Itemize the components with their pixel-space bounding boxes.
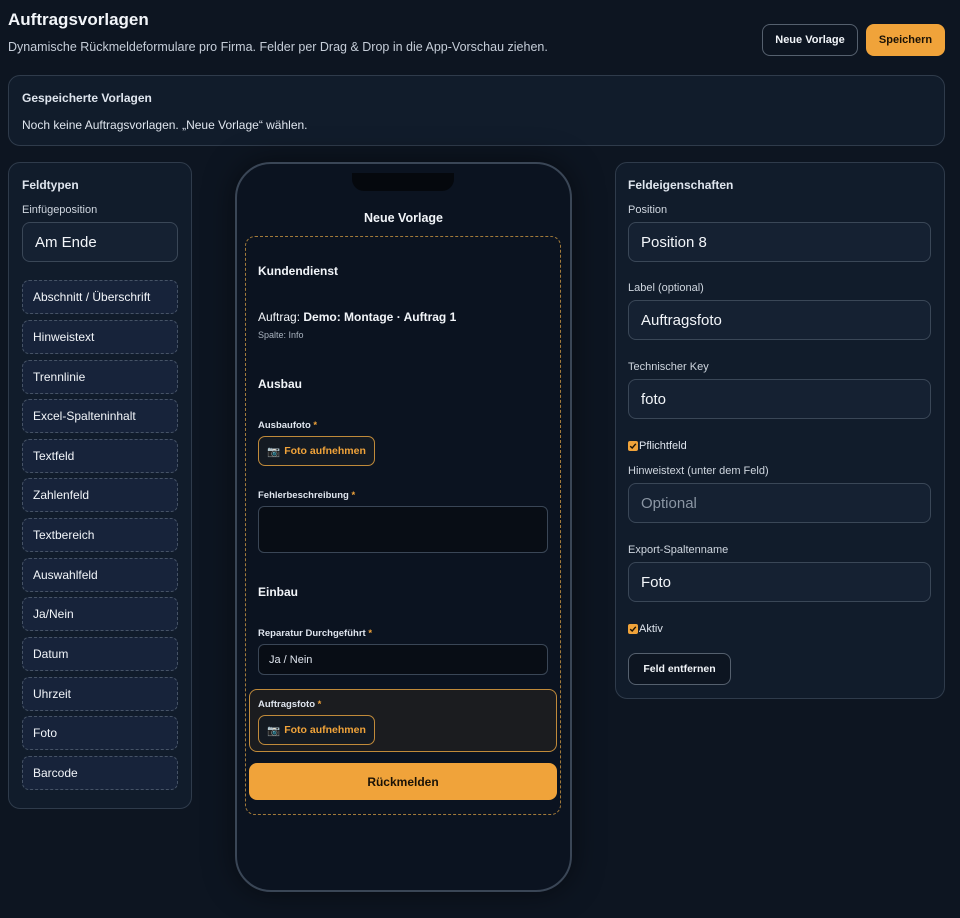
required-checkbox-row[interactable]: Pflichtfeld bbox=[628, 440, 687, 452]
required-checkbox-label: Pflichtfeld bbox=[639, 440, 687, 452]
ausbaufoto-photo-button[interactable]: 📷 Foto aufnehmen bbox=[258, 436, 375, 466]
preview-order-info[interactable]: Auftrag: Demo: Montage · Auftrag 1 bbox=[258, 310, 456, 324]
preview-field-reparatur-label[interactable]: Reparatur Durchgeführt * bbox=[258, 628, 372, 639]
field-type-yes-no[interactable]: Ja/Nein bbox=[22, 597, 178, 631]
insert-position-select[interactable]: Am Ende bbox=[22, 222, 178, 262]
hint-text-label: Hinweistext (unter dem Feld) bbox=[628, 465, 769, 477]
active-checkbox-row[interactable]: Aktiv bbox=[628, 623, 663, 635]
technical-key-label: Technischer Key bbox=[628, 361, 709, 373]
camera-icon: 📷 bbox=[267, 724, 281, 737]
preview-field-ausbaufoto-label[interactable]: Ausbaufoto * bbox=[258, 420, 317, 431]
field-type-textfield[interactable]: Textfeld bbox=[22, 439, 178, 473]
saved-templates-empty-text: Noch keine Auftragsvorlagen. „Neue Vorla… bbox=[22, 118, 308, 132]
technical-key-value: foto bbox=[641, 390, 667, 408]
remove-field-button[interactable]: Feld entfernen bbox=[628, 653, 731, 685]
preview-section-einbau[interactable]: Einbau bbox=[258, 585, 298, 599]
label-field-label: Label (optional) bbox=[628, 282, 704, 294]
camera-icon: 📷 bbox=[267, 445, 281, 458]
preview-order-column: Spalte: Info bbox=[258, 330, 304, 340]
required-mark: * bbox=[313, 420, 318, 431]
required-mark: * bbox=[351, 490, 356, 501]
field-types-title: Feldtypen bbox=[22, 178, 79, 192]
checkmark-icon[interactable] bbox=[628, 624, 638, 634]
technical-key-input[interactable]: foto bbox=[628, 379, 931, 419]
insert-position-value: Am Ende bbox=[35, 233, 97, 251]
field-type-photo[interactable]: Foto bbox=[22, 716, 178, 750]
field-properties-title: Feldeigenschaften bbox=[628, 178, 734, 192]
field-type-hint[interactable]: Hinweistext bbox=[22, 320, 178, 354]
preview-section-ausbau[interactable]: Ausbau bbox=[258, 377, 302, 391]
page-subtitle: Dynamische Rückmeldeformulare pro Firma.… bbox=[8, 40, 548, 54]
field-type-textarea[interactable]: Textbereich bbox=[22, 518, 178, 552]
preview-section-kundendienst: Kundendienst bbox=[258, 264, 338, 278]
preview-title: Neue Vorlage bbox=[364, 211, 443, 225]
phone-notch bbox=[352, 173, 454, 191]
save-button[interactable]: Speichern bbox=[866, 24, 945, 56]
page-title: Auftragsvorlagen bbox=[8, 10, 149, 29]
field-type-excel-column[interactable]: Excel-Spalteninhalt bbox=[22, 399, 178, 433]
saved-templates-title: Gespeicherte Vorlagen bbox=[22, 91, 152, 105]
position-label: Position bbox=[628, 204, 668, 216]
fehlerbeschreibung-textarea[interactable] bbox=[258, 506, 548, 553]
export-column-value: Foto bbox=[641, 573, 672, 591]
checkmark-icon[interactable] bbox=[628, 441, 638, 451]
field-type-divider[interactable]: Trennlinie bbox=[22, 360, 178, 394]
field-type-section[interactable]: Abschnitt / Überschrift bbox=[22, 280, 178, 314]
label-input[interactable]: Auftragsfoto bbox=[628, 300, 931, 340]
field-type-barcode[interactable]: Barcode bbox=[22, 756, 178, 790]
auftragsfoto-photo-button[interactable]: 📷 Foto aufnehmen bbox=[258, 715, 375, 745]
hint-text-placeholder: Optional bbox=[641, 494, 697, 512]
export-column-label: Export-Spaltenname bbox=[628, 544, 729, 556]
label-value: Auftragsfoto bbox=[641, 311, 722, 329]
field-type-number[interactable]: Zahlenfeld bbox=[22, 478, 178, 512]
required-mark: * bbox=[368, 628, 373, 639]
position-value: Position 8 bbox=[641, 233, 707, 251]
reparatur-select[interactable]: Ja / Nein bbox=[258, 644, 548, 675]
field-type-select[interactable]: Auswahlfeld bbox=[22, 558, 178, 592]
export-column-input[interactable]: Foto bbox=[628, 562, 931, 602]
submit-button[interactable]: Rückmelden bbox=[249, 763, 557, 800]
field-type-time[interactable]: Uhrzeit bbox=[22, 677, 178, 711]
new-template-button[interactable]: Neue Vorlage bbox=[762, 24, 858, 56]
preview-field-fehler-label[interactable]: Fehlerbeschreibung * bbox=[258, 490, 355, 501]
order-prefix: Auftrag: bbox=[258, 310, 304, 324]
position-select[interactable]: Position 8 bbox=[628, 222, 931, 262]
order-value: Demo: Montage · Auftrag 1 bbox=[303, 310, 457, 324]
active-checkbox-label: Aktiv bbox=[639, 623, 663, 635]
preview-field-auftragsfoto-label: Auftragsfoto * bbox=[258, 699, 322, 710]
required-mark: * bbox=[317, 699, 322, 710]
saved-templates-panel bbox=[8, 75, 945, 146]
field-type-date[interactable]: Datum bbox=[22, 637, 178, 671]
hint-text-input[interactable]: Optional bbox=[628, 483, 931, 523]
insert-position-label: Einfügeposition bbox=[22, 204, 98, 216]
